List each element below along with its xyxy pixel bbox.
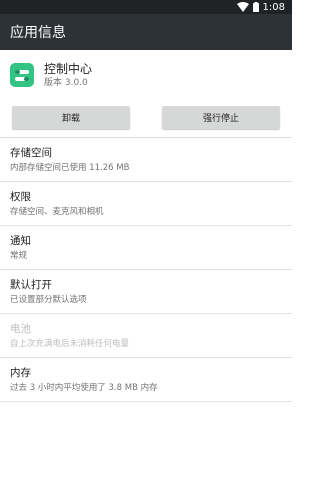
status-icons: 1:08 (236, 1, 285, 13)
item-title: 电池 (10, 322, 31, 335)
status-time: 1:08 (262, 1, 285, 13)
force-stop-button[interactable]: 强行停止 (162, 106, 280, 129)
app-bar: 应用信息 (0, 14, 292, 50)
item-subtitle: 内部存储空间已使用 11.26 MB (10, 162, 130, 173)
app-header: 控制中心 版本 3.0.0 (0, 50, 292, 100)
status-bar: 1:08 (0, 0, 292, 14)
app-name: 控制中心 (44, 61, 93, 76)
item-subtitle: 存储空间、麦克风和相机 (10, 206, 104, 217)
toggle-line-bottom (15, 76, 29, 81)
item-title: 存储空间 (10, 146, 52, 159)
item-title: 权限 (10, 190, 31, 203)
item-subtitle: 自上次充满电后未消耗任何电量 (10, 338, 130, 349)
toggle-line-top (15, 69, 29, 74)
list-item-battery: 电池 自上次充满电后未消耗任何电量 (0, 314, 292, 358)
battery-icon (252, 2, 259, 12)
item-subtitle: 常规 (10, 250, 28, 261)
list-item-open-by-default[interactable]: 默认打开 已设置部分默认选项 (0, 270, 292, 314)
action-buttons: 卸载 强行停止 (0, 100, 292, 137)
wifi-icon (236, 2, 249, 12)
item-subtitle: 已设置部分默认选项 (10, 294, 87, 305)
item-subtitle: 过去 3 小时内平均使用了 3.8 MB 内存 (10, 382, 158, 393)
app-version: 版本 3.0.0 (44, 77, 88, 88)
item-title: 通知 (10, 234, 31, 247)
page-title: 应用信息 (10, 25, 66, 41)
list-item-notifications[interactable]: 通知 常规 (0, 226, 292, 270)
uninstall-button[interactable]: 卸载 (12, 106, 130, 129)
toggle-switch-icon (10, 63, 34, 87)
item-title: 内存 (10, 366, 31, 379)
list-item-permissions[interactable]: 权限 存储空间、麦克风和相机 (0, 182, 292, 226)
app-meta: 控制中心 版本 3.0.0 (44, 62, 92, 89)
list-item-storage[interactable]: 存储空间 内部存储空间已使用 11.26 MB (0, 138, 292, 182)
item-title: 默认打开 (10, 278, 52, 291)
settings-list: 存储空间 内部存储空间已使用 11.26 MB 权限 存储空间、麦克风和相机 通… (0, 137, 292, 402)
list-item-memory[interactable]: 内存 过去 3 小时内平均使用了 3.8 MB 内存 (0, 358, 292, 402)
